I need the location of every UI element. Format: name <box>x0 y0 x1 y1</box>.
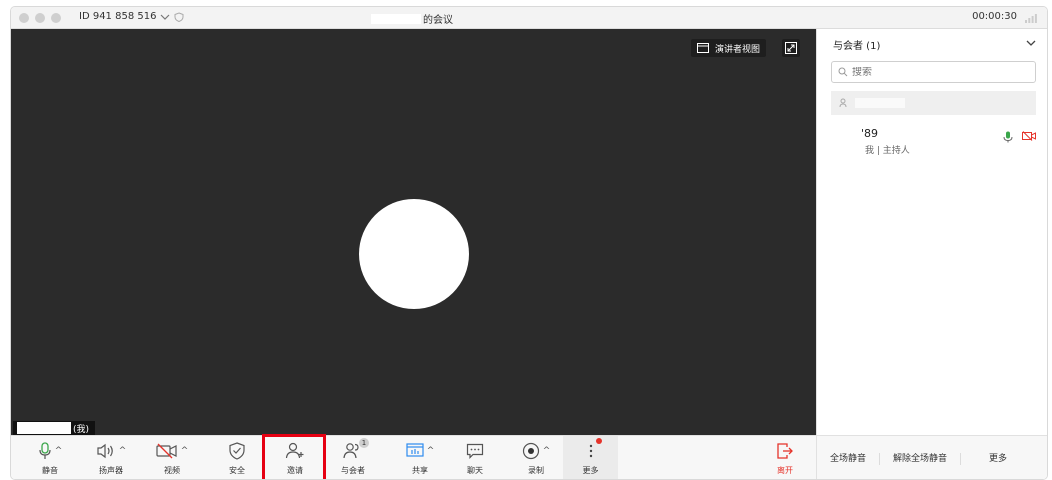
meeting-timer: 00:00:30 <box>972 11 1017 22</box>
more-label: 更多 <box>582 466 599 475</box>
leave-button[interactable]: 离开 <box>767 436 803 479</box>
share-screen-icon <box>406 443 424 457</box>
expand-icon <box>785 42 797 54</box>
chat-label: 聊天 <box>467 466 483 475</box>
chevron-up-icon[interactable]: ^ <box>181 446 189 456</box>
fullscreen-button[interactable] <box>782 39 800 57</box>
unmute-all-button[interactable]: 解除全场静音 <box>880 452 962 465</box>
chat-button[interactable]: 聊天 <box>457 436 493 479</box>
leave-label: 离开 <box>777 466 793 475</box>
share-label: 共享 <box>412 466 428 475</box>
participant-avatar <box>359 199 469 309</box>
participant-search[interactable] <box>831 61 1036 83</box>
panel-more-button[interactable]: 更多 <box>961 453 1020 465</box>
chat-icon <box>466 443 484 459</box>
title-bar: ID 941 858 516 的会议 00:00:30 <box>11 7 1047 29</box>
participants-button[interactable]: 1 与会者 <box>333 436 373 479</box>
mute-all-button[interactable]: 全场静音 <box>817 452 881 465</box>
participant-group-row[interactable] <box>831 91 1036 115</box>
search-icon <box>838 67 848 77</box>
record-label: 录制 <box>528 466 544 475</box>
more-button[interactable]: 更多 <box>563 436 618 479</box>
participant-role: 我 | 主持人 <box>865 146 910 156</box>
meeting-window: ID 941 858 516 的会议 00:00:30 演讲者视图 (我) ^ … <box>10 6 1048 480</box>
shield-check-icon <box>229 442 245 460</box>
speaker-label: 扬声器 <box>99 466 123 475</box>
video-button[interactable]: ^ 视频 <box>147 436 197 479</box>
signal-strength-icon <box>1025 14 1037 23</box>
add-user-icon <box>285 442 304 459</box>
speaker-view-label: 演讲者视图 <box>715 44 761 55</box>
maximize-window-button[interactable] <box>51 13 61 23</box>
microphone-icon <box>39 442 51 459</box>
redacted-self-name <box>17 422 71 434</box>
meeting-title-text: 的会议 <box>423 15 453 26</box>
participants-panel-footer: 全场静音 解除全场静音 更多 <box>817 435 1047 479</box>
chevron-up-icon[interactable]: ^ <box>55 446 63 456</box>
self-name-tag: (我) <box>13 421 96 435</box>
camera-off-icon[interactable] <box>1022 131 1036 141</box>
participants-panel-title: 与会者 (1) <box>833 41 881 52</box>
microphone-icon[interactable] <box>1003 131 1013 143</box>
participant-item[interactable]: '89 我 | 主持人 <box>831 125 1036 165</box>
redacted-group-name <box>855 98 905 108</box>
chevron-down-icon[interactable] <box>1025 37 1037 49</box>
video-label: 视频 <box>164 466 180 475</box>
camera-off-icon <box>156 443 177 459</box>
record-icon <box>522 442 539 460</box>
minimize-window-button[interactable] <box>35 13 45 23</box>
participants-label: 与会者 <box>341 466 365 475</box>
speaker-view-button[interactable]: 演讲者视图 <box>691 39 767 57</box>
security-label: 安全 <box>229 466 245 475</box>
invite-button[interactable]: 邀请 <box>275 436 315 479</box>
participant-search-input[interactable] <box>852 66 1022 78</box>
self-tag-label: (我) <box>73 424 90 435</box>
mute-label: 静音 <box>42 466 58 475</box>
window-icon <box>697 43 709 53</box>
chevron-down-icon <box>161 14 170 20</box>
mute-button[interactable]: ^ 静音 <box>25 436 75 479</box>
meeting-id-dropdown[interactable]: ID 941 858 516 <box>79 11 184 22</box>
participants-panel: 与会者 (1) '89 我 | 主持人 全场静音 <box>816 29 1047 479</box>
speaker-button[interactable]: ^ 扬声器 <box>85 436 137 479</box>
share-button[interactable]: ^ 共享 <box>395 436 445 479</box>
shield-icon <box>174 11 184 22</box>
users-icon <box>839 98 847 108</box>
chevron-up-icon[interactable]: ^ <box>543 446 551 456</box>
meeting-toolbar: ^ 静音 ^ 扬声器 ^ 视频 安全 邀请 1 与会者 ^ 共享 聊天 ^ 录制… <box>11 435 816 479</box>
participants-count-badge: 1 <box>359 438 369 448</box>
redacted-host-name <box>371 13 421 24</box>
invite-label: 邀请 <box>287 466 303 475</box>
meeting-title: 的会议 <box>371 11 453 26</box>
close-window-button[interactable] <box>19 13 29 23</box>
security-button[interactable]: 安全 <box>217 436 257 479</box>
record-button[interactable]: ^ 录制 <box>511 436 561 479</box>
video-area: 演讲者视图 (我) <box>11 29 816 435</box>
participant-name: '89 <box>861 127 879 140</box>
exit-icon <box>777 443 793 459</box>
speaker-icon <box>97 443 113 459</box>
notification-dot <box>595 438 602 444</box>
chevron-up-icon[interactable]: ^ <box>119 446 127 456</box>
more-vertical-icon <box>589 444 592 458</box>
meeting-id-text: ID 941 858 516 <box>79 11 157 22</box>
chevron-up-icon[interactable]: ^ <box>427 446 435 456</box>
